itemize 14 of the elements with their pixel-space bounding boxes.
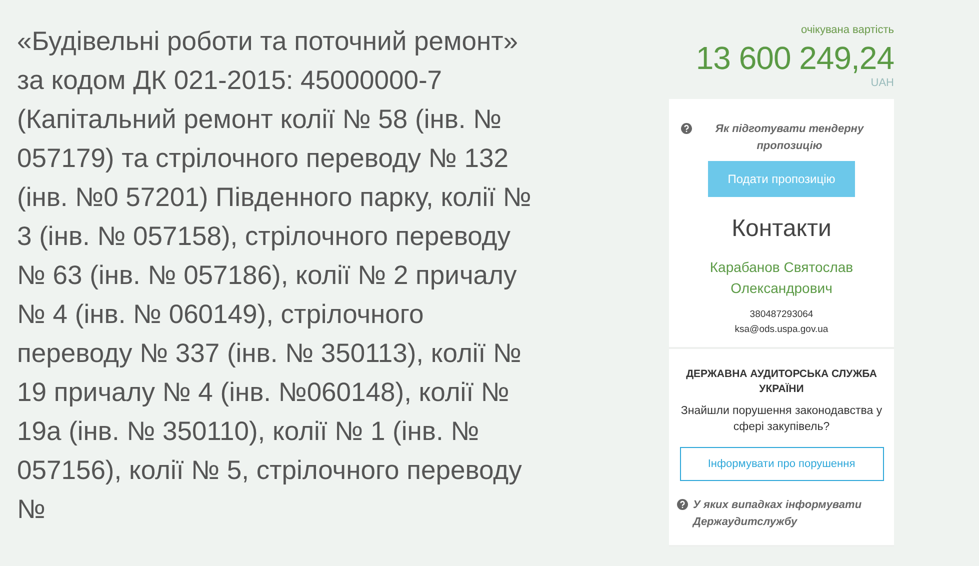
price-label: очікувана вартість xyxy=(800,23,894,38)
help-icon xyxy=(681,122,692,134)
contact-email: ksa@ods.uspa.gov.ua xyxy=(734,322,830,336)
contact-phone: 380487293064 xyxy=(748,308,814,322)
help-link[interactable]: У яких випадках інформувати Держаудитслужбу xyxy=(693,497,886,531)
contacts-heading: Контакти xyxy=(730,214,832,244)
audit-heading: ДЕРЖАВНА АУДИТОРСЬКА СЛУЖБА УКРАЇНИ xyxy=(685,366,878,396)
contact-name: Карабанов Святослав Олександрович xyxy=(708,258,854,298)
price-amount: 13 600 249,24 xyxy=(696,38,894,76)
audit-question: Знайшли порушення законодавства у сфері закупівель? xyxy=(680,404,884,434)
currency: UAH xyxy=(870,76,894,88)
tender-title: «Будівельні роботи та поточний ремонт» за кодом ДК 021-2015: 45000000-7 (Капітальний ремонт колії № 58 (інв. № 057179) та стрілочного переводу № 132 (інв. №0 57201) Південного парку, колії № 3 (інв. № 057158), стрілочного переводу № 63 (інв. № 057186), колії № 2 причалу № 4 (інв. № 060149), стрілочного переводу № 337 (інв. № 350113), колії № 19 причалу № 4 (інв. №060148), колії № 19а (інв. № 350110), колії № 1 (інв. № 057156), колії № 5, стрілочного переводу № xyxy=(17,25,532,526)
help-link[interactable]: Як підготувати тендерну пропозицію xyxy=(697,120,882,154)
help-icon xyxy=(677,499,688,510)
